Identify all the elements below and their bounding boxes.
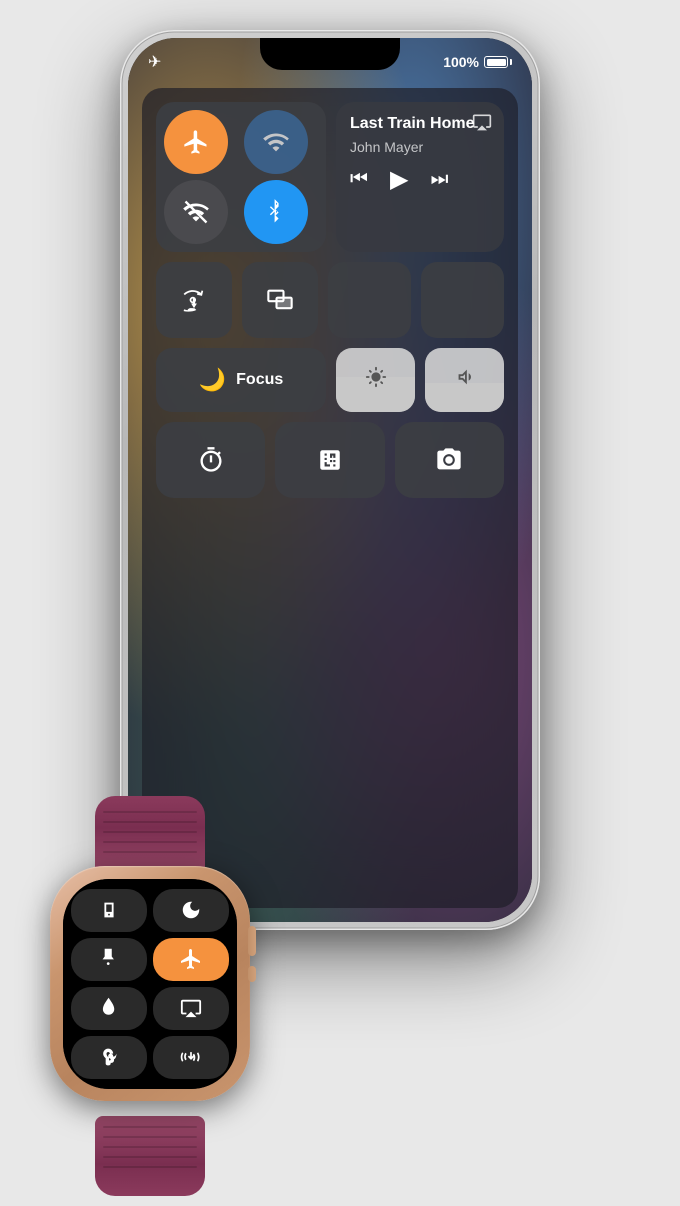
watch-screen [63, 879, 237, 1089]
volume-icon [453, 366, 477, 394]
watch-hearing-button[interactable] [71, 1036, 147, 1079]
play-button[interactable]: ▶ [390, 165, 408, 194]
watch-crown[interactable] [248, 926, 256, 956]
walkie-talkie-icon [98, 899, 120, 921]
watch-side-button[interactable] [248, 966, 256, 982]
crescent-moon-icon [180, 899, 202, 921]
sun-icon [365, 366, 387, 388]
wifi-button[interactable] [244, 110, 308, 174]
airplane-mode-status-icon: ✈ [148, 52, 161, 72]
connectivity-panel [156, 102, 326, 252]
watch-case [50, 866, 250, 1101]
cc-top-row: Last Train Home John Mayer ⏮ ▶ ⏭ [156, 102, 504, 252]
cc-focus-row: 🌙 Focus [156, 348, 504, 412]
scene: ✈ 100% [0, 0, 680, 1206]
band-stripe-2 [103, 821, 197, 823]
now-playing-panel: Last Train Home John Mayer ⏮ ▶ ⏭ [336, 102, 504, 252]
watch-band-top [95, 796, 205, 876]
rotation-lock-icon [180, 286, 208, 314]
airplay-svg-icon [472, 112, 492, 132]
bluetooth-button[interactable] [244, 180, 308, 244]
watch-do-not-disturb-button[interactable] [153, 889, 229, 932]
band-stripe-b4 [103, 1156, 197, 1158]
battery-body [484, 56, 508, 68]
haptics-icon [179, 1046, 203, 1068]
band-stripe-b5 [103, 1166, 197, 1168]
timer-button[interactable] [156, 422, 265, 498]
watch-band-bottom [95, 1116, 205, 1196]
airplane-icon [182, 128, 210, 156]
timer-icon [197, 446, 225, 474]
fast-forward-button[interactable]: ⏭ [430, 168, 448, 191]
battery-tip [510, 59, 512, 65]
battery-fill [487, 59, 506, 66]
watch-airplay-button[interactable] [153, 987, 229, 1030]
focus-label: Focus [236, 371, 283, 389]
brightness-slider[interactable] [336, 348, 415, 412]
screen-mirror-button[interactable] [242, 262, 318, 338]
band-stripe-5 [103, 851, 197, 853]
band-stripe-3 [103, 831, 197, 833]
status-left: ✈ [148, 52, 161, 72]
focus-moon-icon: 🌙 [199, 367, 226, 393]
cc-bottom-row [156, 422, 504, 498]
camera-button[interactable] [395, 422, 504, 498]
iphone-device: ✈ 100% [120, 30, 540, 930]
wifi-icon [262, 128, 290, 156]
camera-icon [435, 446, 463, 474]
battery-icon [484, 56, 512, 68]
bluetooth-icon [265, 198, 287, 226]
now-playing-title: Last Train Home [350, 114, 490, 133]
ear-icon [99, 1046, 119, 1068]
watch-airplane-icon [179, 947, 203, 971]
focus-button[interactable]: 🌙 Focus [156, 348, 326, 412]
band-stripe-b3 [103, 1146, 197, 1148]
airplay-icon[interactable] [472, 112, 492, 137]
cc-mid-row [156, 262, 504, 338]
now-playing-controls: ⏮ ▶ ⏭ [350, 165, 490, 194]
watch-water-lock-button[interactable] [71, 987, 147, 1030]
water-drop-icon [99, 996, 119, 1020]
airplane-mode-button[interactable] [164, 110, 228, 174]
flashlight-icon [99, 947, 119, 971]
calculator-button[interactable] [275, 422, 384, 498]
brightness-icon [365, 366, 387, 394]
band-stripe-1 [103, 811, 197, 813]
battery-percentage: 100% [443, 54, 479, 70]
iphone-screen-area: ✈ 100% [128, 38, 532, 922]
watch-walkie-talkie-button[interactable] [71, 889, 147, 932]
calculator-icon [317, 446, 343, 474]
rewind-button[interactable]: ⏮ [350, 168, 368, 191]
status-right: 100% [443, 54, 512, 70]
watch-flashlight-button[interactable] [71, 938, 147, 981]
control-center: Last Train Home John Mayer ⏮ ▶ ⏭ [142, 88, 518, 908]
cellular-button[interactable] [164, 180, 228, 244]
watch-airplay-icon [180, 997, 202, 1019]
watch-haptics-button[interactable] [153, 1036, 229, 1079]
iphone-notch [260, 38, 400, 70]
brightness-slider-small [328, 262, 411, 338]
watch-control-center [63, 879, 237, 1089]
band-stripe-b1 [103, 1126, 197, 1128]
volume-slider-small [421, 262, 504, 338]
watch-airplane-mode-button[interactable] [153, 938, 229, 981]
now-playing-artist: John Mayer [350, 139, 490, 155]
band-stripe-4 [103, 841, 197, 843]
speaker-icon [453, 366, 477, 388]
screen-mirror-icon [266, 286, 294, 314]
apple-watch [20, 836, 280, 1146]
volume-slider[interactable] [425, 348, 504, 412]
band-stripe-b2 [103, 1136, 197, 1138]
rotation-lock-button[interactable] [156, 262, 232, 338]
cellular-icon [182, 198, 210, 226]
